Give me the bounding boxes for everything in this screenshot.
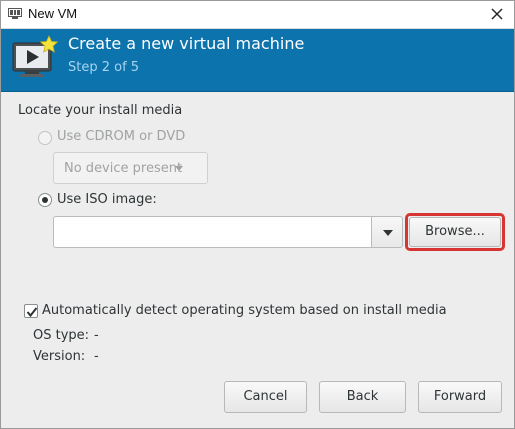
cdrom-device-dropdown[interactable]: No device present (53, 152, 208, 184)
iso-radio-label: Use ISO image: (57, 192, 157, 207)
cancel-button[interactable]: Cancel (224, 381, 307, 413)
version-label: Version: (33, 349, 86, 364)
wizard-header: Create a new virtual machine Step 2 of 5 (1, 29, 514, 92)
forward-button[interactable]: Forward (418, 381, 502, 413)
new-vm-dialog: New VM Create a new virtual machine Step… (0, 0, 515, 429)
cdrom-device-value: No device present (64, 161, 183, 176)
wizard-content: Locate your install media Use CDROM or D… (1, 92, 514, 428)
os-type-label: OS type: (33, 328, 90, 343)
iso-radio[interactable] (38, 193, 52, 207)
back-button-label: Back (346, 389, 379, 404)
virtual-machine-new-icon (12, 35, 59, 77)
install-media-heading: Locate your install media (18, 103, 183, 118)
cancel-button-label: Cancel (243, 389, 288, 404)
virt-manager-app-icon (8, 8, 22, 19)
checkmark-icon (26, 307, 38, 318)
version-value: - (94, 349, 99, 364)
iso-history-dropdown-button[interactable] (371, 216, 403, 248)
cdrom-radio[interactable] (38, 131, 52, 145)
auto-detect-os-checkbox[interactable] (24, 304, 38, 318)
wizard-title: Create a new virtual machine (68, 34, 305, 53)
close-icon[interactable] (486, 3, 508, 25)
auto-detect-os-label: Automatically detect operating system ba… (42, 303, 447, 318)
forward-button-label: Forward (433, 389, 487, 404)
iso-path-input-container (53, 216, 371, 248)
iso-path-input[interactable] (54, 217, 371, 247)
back-button[interactable]: Back (319, 381, 406, 413)
os-type-value: - (94, 328, 99, 343)
title-bar[interactable]: New VM (1, 1, 514, 29)
chevron-down-icon (383, 230, 393, 236)
cdrom-radio-label: Use CDROM or DVD (57, 129, 186, 144)
window-title: New VM (28, 6, 78, 21)
chevron-down-icon (175, 166, 183, 171)
wizard-step-indicator: Step 2 of 5 (68, 60, 140, 75)
browse-button-highlight (405, 213, 505, 251)
